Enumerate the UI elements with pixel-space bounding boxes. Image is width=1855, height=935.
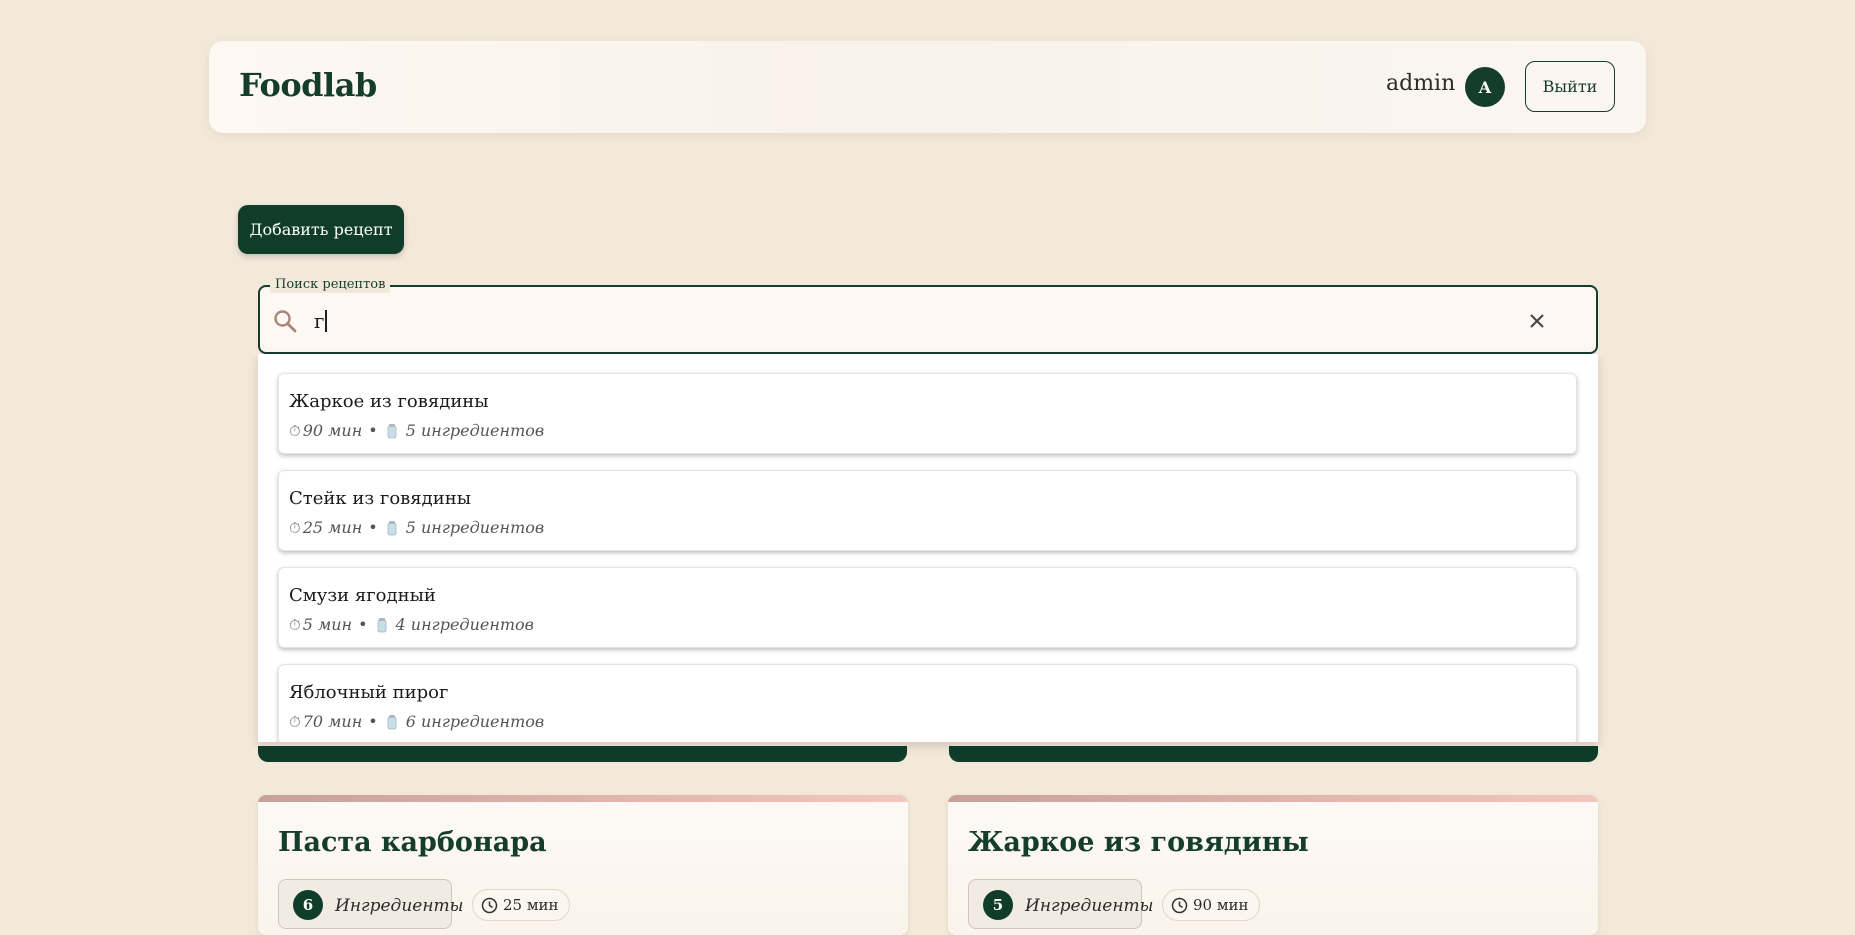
search-suggestions-dropdown: Жаркое из говядины ⏱ 90 мин • 5 ингредие… [258, 354, 1598, 742]
suggestion-item[interactable]: Жаркое из говядины ⏱ 90 мин • 5 ингредие… [278, 373, 1577, 454]
card-bottom-edge [949, 746, 1598, 762]
meta-separator: • [358, 615, 368, 634]
avatar[interactable]: A [1465, 67, 1505, 107]
suggestion-item[interactable]: Стейк из говядины ⏱ 25 мин • 5 ингредиен… [278, 470, 1577, 551]
close-icon[interactable] [1526, 310, 1548, 332]
salt-shaker-icon [387, 714, 397, 729]
salt-shaker-icon [387, 520, 397, 535]
search-icon [274, 310, 297, 333]
meta-separator: • [368, 518, 378, 537]
stopwatch-icon: ⏱ [289, 518, 301, 537]
suggestion-title: Жаркое из говядины [289, 391, 489, 412]
suggestion-title: Смузи ягодный [289, 585, 436, 606]
search-label: Поиск рецептов [270, 277, 391, 293]
suggestion-ingredients: 4 ингредиентов [395, 615, 534, 634]
username-label: admin [1386, 71, 1456, 96]
suggestion-time: 70 мин [302, 712, 363, 731]
ingredient-count-badge: 6 [293, 890, 323, 920]
search-input[interactable]: г [314, 309, 1514, 333]
ingredient-count-badge: 5 [983, 890, 1013, 920]
search-input-value: г [314, 309, 325, 333]
recipe-card-title[interactable]: Паста карбонара [278, 827, 547, 858]
cook-time-chip: 25 мин [472, 889, 570, 921]
suggestion-time: 5 мин [302, 615, 353, 634]
recipe-card[interactable]: Жаркое из говядины 5 Ингредиенты 90 мин [948, 795, 1598, 935]
card-accent-bar [948, 795, 1598, 802]
cook-time: 25 мин [503, 896, 559, 914]
suggestion-meta: ⏱ 90 мин • 5 ингредиентов [289, 421, 544, 440]
top-header: Foodlab admin A Выйти [209, 41, 1646, 133]
suggestion-item[interactable]: Яблочный пирог ⏱ 70 мин • 6 ингредиентов [278, 664, 1577, 742]
salt-shaker-icon [387, 423, 397, 438]
ingredients-label: Ингредиенты [1025, 896, 1154, 916]
suggestion-time: 25 мин [302, 518, 363, 537]
stopwatch-icon: ⏱ [289, 615, 301, 634]
add-recipe-button[interactable]: Добавить рецепт [238, 205, 404, 254]
suggestion-time: 90 мин [302, 421, 363, 440]
suggestion-meta: ⏱ 25 мин • 5 ингредиентов [289, 518, 544, 537]
cook-time-chip: 90 мин [1162, 889, 1260, 921]
suggestion-title: Яблочный пирог [289, 682, 449, 703]
recipe-card-title[interactable]: Жаркое из говядины [968, 827, 1309, 858]
meta-separator: • [368, 421, 378, 440]
logout-button[interactable]: Выйти [1525, 61, 1615, 112]
suggestion-meta: ⏱ 5 мин • 4 ингредиентов [289, 615, 534, 634]
suggestion-ingredients: 6 ингредиентов [405, 712, 545, 731]
ingredients-chip[interactable]: 6 Ингредиенты [278, 879, 464, 929]
card-bottom-edge [258, 746, 907, 762]
suggestion-item[interactable]: Смузи ягодный ⏱ 5 мин • 4 ингредиентов [278, 567, 1577, 648]
card-accent-bar [258, 795, 908, 802]
suggestion-ingredients: 5 ингредиентов [405, 518, 545, 537]
app-logo[interactable]: Foodlab [239, 66, 377, 104]
ingredients-chip[interactable]: 5 Ингредиенты [968, 879, 1154, 929]
stopwatch-icon: ⏱ [289, 712, 301, 731]
suggestion-meta: ⏱ 70 мин • 6 ингредиентов [289, 712, 544, 731]
salt-shaker-icon [377, 617, 386, 632]
ingredients-label: Ингредиенты [335, 896, 464, 916]
search-field[interactable]: Поиск рецептов г [258, 277, 1598, 354]
text-caret [325, 310, 327, 332]
cook-time: 90 мин [1193, 896, 1249, 914]
clock-icon [481, 897, 498, 914]
clock-icon [1171, 897, 1188, 914]
recipe-card[interactable]: Паста карбонара 6 Ингредиенты 25 мин [258, 795, 908, 935]
meta-separator: • [368, 712, 378, 731]
suggestion-title: Стейк из говядины [289, 488, 472, 509]
stopwatch-icon: ⏱ [289, 421, 301, 440]
suggestion-ingredients: 5 ингредиентов [405, 421, 545, 440]
